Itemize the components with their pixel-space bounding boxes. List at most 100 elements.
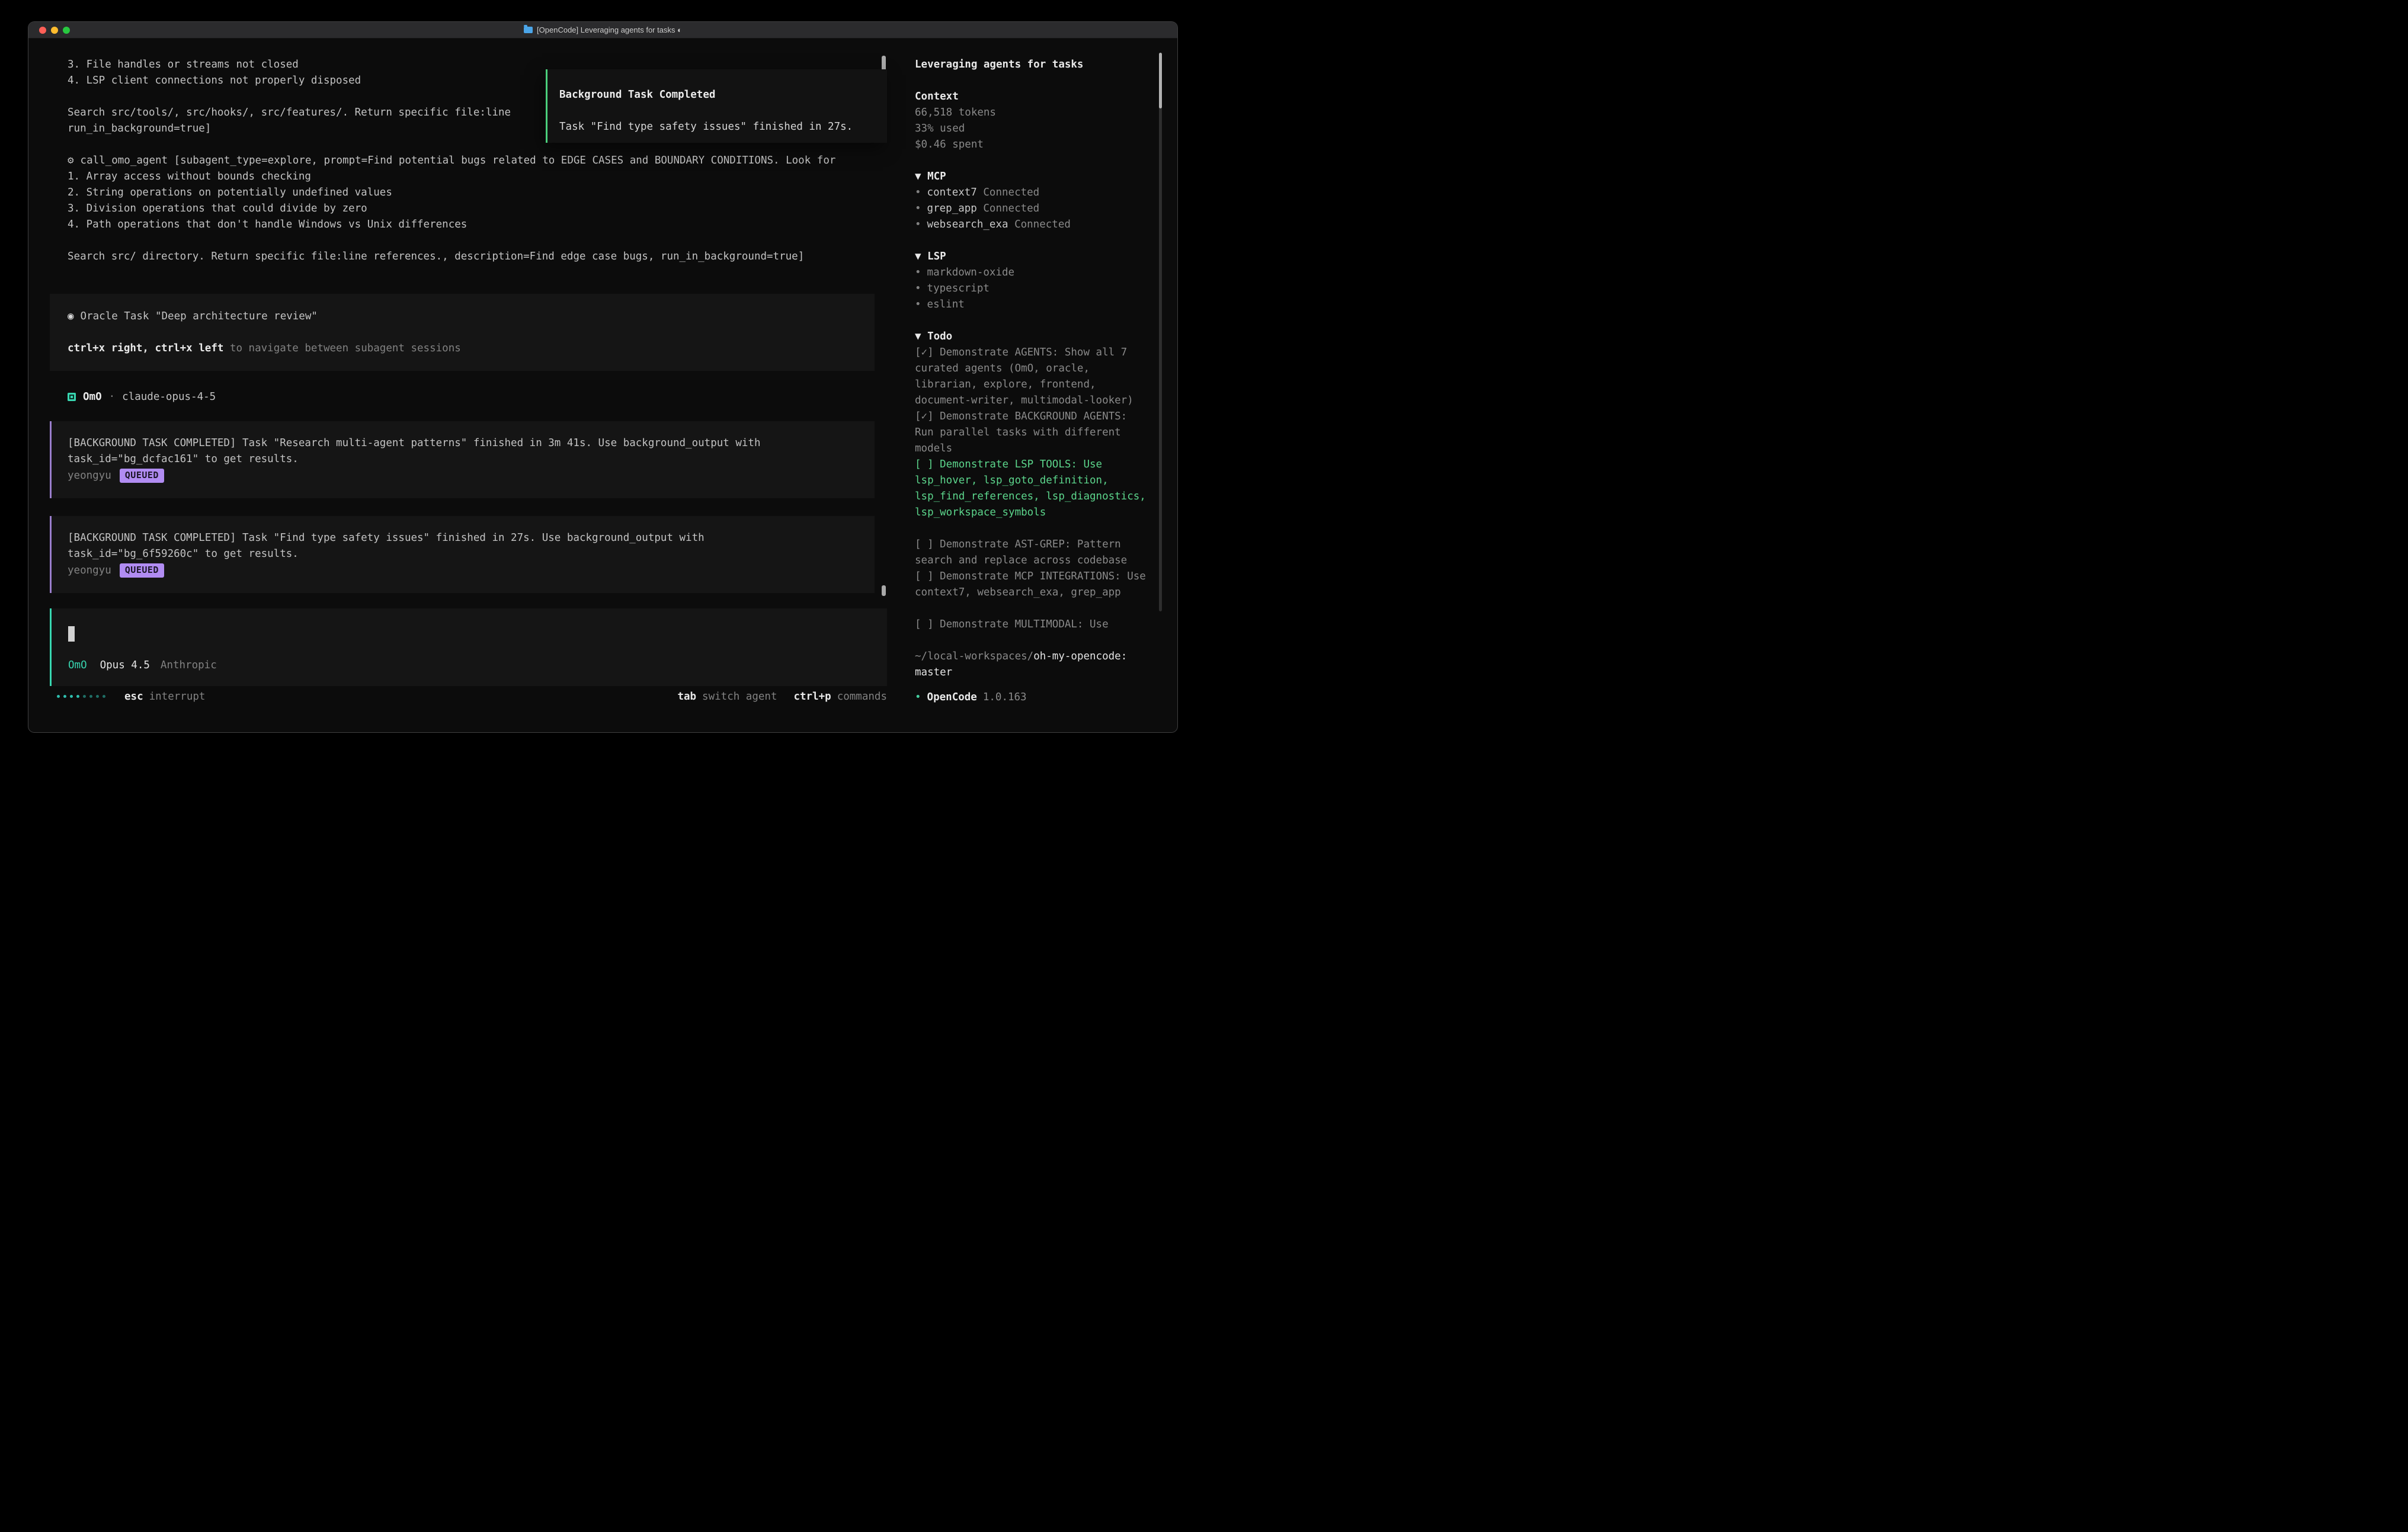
context-tokens: 66,518 tokens [915, 105, 1177, 121]
tool-call-text: call_omo_agent [subagent_type=explore, p… [81, 155, 836, 166]
lsp-item: •markdown-oxide [915, 265, 1177, 281]
window-title: [OpenCode] Leveraging agents for tasks ◐ [524, 25, 682, 34]
tool-call-line: ⚙call_omo_agent [subagent_type=explore, … [28, 153, 902, 169]
message-author: yeongyu [68, 565, 111, 576]
mcp-item: • websearch_exa Connected [915, 217, 1177, 233]
lsp-name: markdown-oxide [927, 267, 1015, 278]
background-task-message: [BACKGROUND TASK COMPLETED] Task "Find t… [50, 516, 875, 593]
spinner-dot [83, 695, 86, 698]
opencode-terminal-window: [OpenCode] Leveraging agents for tasks ◐… [28, 22, 1177, 732]
agent-name: OmO [83, 391, 102, 403]
close-button[interactable] [39, 27, 46, 34]
separator-dot: · [109, 391, 116, 403]
message-line: task_id="bg_dcfac161" to get results. [68, 451, 857, 467]
app-version: • OpenCode 1.0.163 [915, 689, 1027, 705]
mcp-status: Connected [983, 187, 1039, 198]
bullet-icon: • [915, 219, 921, 230]
omo-agent-icon [68, 393, 76, 401]
chat-main-area: 3. File handles or streams not closed 4.… [28, 39, 902, 732]
lsp-item: • typescript [915, 281, 1177, 297]
esc-key-hint: esc [124, 691, 143, 703]
mcp-name: grep_app [927, 203, 977, 214]
spinner-dot [103, 695, 105, 698]
text-cursor [68, 626, 75, 642]
sidebar-scrollbar-thumb[interactable] [1159, 53, 1162, 108]
tab-key-hint: tab [677, 691, 696, 703]
oracle-task-title-line: ◉ Oracle Task "Deep architecture review" [68, 309, 857, 325]
spinner-dot [57, 695, 60, 698]
status-bar: esc interrupt tab switch agent ctrl+p co… [28, 688, 902, 704]
workspace-repo: oh-my-opencode: [1033, 650, 1127, 662]
model-indicator: OmO Opus 4.5 Anthropic [68, 657, 887, 673]
todo-item: [ ] Demonstrate LSP TOOLS: Use lsp_hover… [915, 457, 1147, 521]
spinner-dot [70, 695, 73, 698]
bullet-icon: • [915, 283, 921, 294]
app-version-number: 1.0.163 [983, 691, 1027, 703]
hint-text: to navigate between subagent sessions [223, 342, 460, 354]
oracle-task-panel: ◉Oracle Task "Deep architecture review" … [50, 294, 875, 371]
message-line: [BACKGROUND TASK COMPLETED] Task "Find t… [68, 530, 857, 546]
spinner-dot [76, 695, 79, 698]
message-meta: yeongyu QUEUED [68, 562, 857, 578]
log-line: 4. Path operations that don't handle Win… [28, 217, 902, 233]
log-line: Search src/ directory. Return specific f… [28, 249, 902, 265]
mcp-status: Connected [1014, 219, 1071, 230]
agent-session-header: OmO · claude-opus-4-5 [68, 389, 902, 405]
background-task-notification: Background Task Completed Task "Find typ… [546, 69, 887, 143]
workspace-prefix: ~/local-workspaces/ [915, 650, 1033, 662]
notification-body: Task "Find type safety issues" finished … [559, 119, 887, 135]
esc-key-label: interrupt [149, 691, 206, 703]
todo-item: [ ] Demonstrate AST-GREP: Pattern search… [915, 537, 1147, 569]
queued-badge: QUEUED [120, 469, 164, 483]
message-line: [BACKGROUND TASK COMPLETED] Task "Resear… [68, 435, 857, 451]
window-title-text: [OpenCode] Leveraging agents for tasks ◐ [537, 25, 682, 34]
navigation-hint: ctrl+x right, ctrl+x left to navigate be… [68, 341, 857, 357]
log-line: 2. String operations on potentially unde… [28, 185, 902, 201]
todo-heading[interactable]: ▼ Todo [915, 329, 1177, 345]
oracle-task-title: Oracle Task "Deep architecture review" [81, 310, 318, 322]
lsp-heading[interactable]: ▼ LSP [915, 249, 1177, 265]
minimize-button[interactable] [51, 27, 58, 34]
todo-item: [ ] Demonstrate MULTIMODAL: Use [915, 617, 1147, 633]
commands-key-hint: ctrl+p [793, 691, 831, 703]
bullet-icon: • [915, 203, 921, 214]
lsp-name: eslint [927, 299, 965, 310]
window-titlebar[interactable]: [OpenCode] Leveraging agents for tasks ◐ [28, 22, 1177, 39]
mcp-item: •context7 Connected [915, 185, 1177, 201]
mcp-name: websearch_exa [927, 219, 1008, 230]
todo-item: [ ] Demonstrate MCP INTEGRATIONS: Use co… [915, 569, 1147, 601]
message-author: yeongyu [68, 470, 111, 482]
notification-title: Background Task Completed [559, 87, 887, 103]
todo-item: [✓] Demonstrate AGENTS: Show all 7 curat… [915, 345, 1147, 409]
context-used: 33% used [915, 121, 1177, 137]
todo-item: [✓] Demonstrate BACKGROUND AGENTS: Run p… [915, 409, 1147, 457]
activity-spinner [57, 695, 105, 698]
commands-key-label: commands [837, 691, 887, 703]
tab-key-label: switch agent [702, 691, 777, 703]
lsp-name: typescript [927, 283, 990, 294]
prompt-input[interactable]: OmO Opus 4.5 Anthropic [50, 608, 887, 686]
message-meta: yeongyu QUEUED [68, 467, 857, 483]
spinner-dot [89, 695, 92, 698]
message-scrollbar-thumb[interactable] [882, 585, 886, 596]
model-provider: Anthropic [161, 659, 217, 671]
status-left: esc interrupt [57, 691, 205, 703]
session-sidebar: Leveraging agents for tasks Context 66,5… [902, 39, 1177, 732]
zoom-button[interactable] [63, 27, 70, 34]
session-title: Leveraging agents for tasks [915, 57, 1177, 73]
message-line: task_id="bg_6f59260c" to get results. [68, 546, 857, 562]
workspace-path: ~/local-workspaces/oh-my-opencode: [915, 649, 1147, 665]
mcp-heading[interactable]: ▼ MCP [915, 169, 1177, 185]
agent-model: claude-opus-4-5 [122, 391, 216, 403]
workspace-branch: master [915, 665, 1177, 681]
folder-icon [524, 27, 533, 33]
background-task-message: [BACKGROUND TASK COMPLETED] Task "Resear… [50, 421, 875, 498]
record-icon: ◉ [68, 310, 74, 322]
app-name: OpenCode [927, 691, 977, 703]
mcp-item: •grep_app Connected [915, 201, 1177, 217]
queued-badge: QUEUED [120, 563, 164, 578]
sidebar-scrollbar-track [1159, 53, 1162, 611]
spinner-dot [63, 695, 66, 698]
window-controls [39, 22, 70, 38]
model-name: Opus 4.5 [100, 659, 150, 671]
